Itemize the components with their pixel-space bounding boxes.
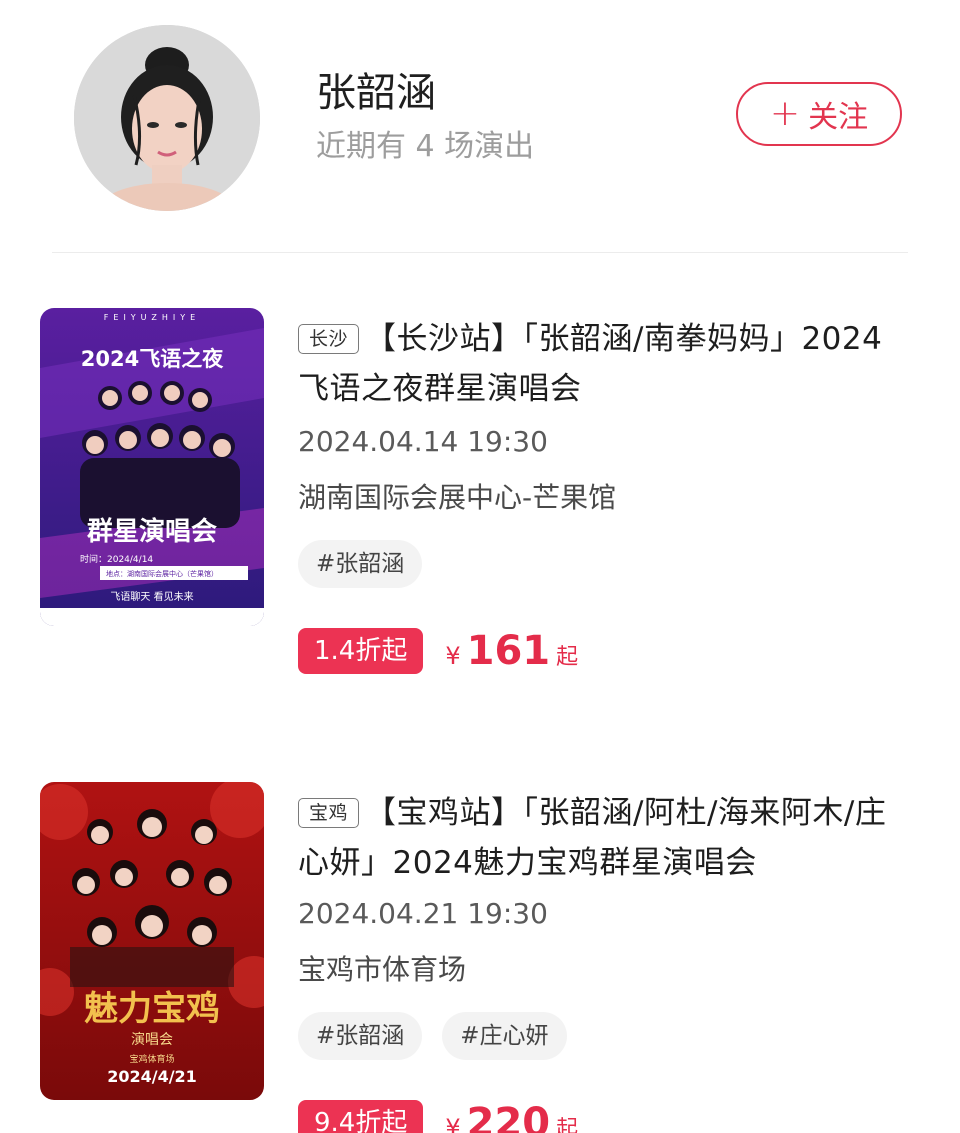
artist-name: 张韶涵: [316, 70, 436, 116]
show-title[interactable]: 长沙 【长沙站】「张韶涵/南拳妈妈」2024飞语之夜群星演唱会: [298, 314, 908, 414]
upcoming-show-count: 近期有 4 场演出: [316, 129, 535, 164]
artist-shows-page: 张韶涵 近期有 4 场演出 + 关注 FEIYUZHIYE 2024飞语之夜 群…: [0, 0, 960, 1133]
hashtag[interactable]: #张韶涵: [298, 540, 423, 588]
price: ¥ 220 起: [445, 1100, 578, 1133]
price-row: 1.4折起 ¥ 161 起: [298, 628, 578, 674]
currency-symbol: ¥: [445, 1114, 461, 1133]
follow-label: 关注: [808, 100, 869, 135]
tag-row: #张韶涵 #庄心妍: [298, 1012, 567, 1060]
poster-header-text: FEIYUZHIYE: [104, 313, 200, 322]
show-datetime: 2024.04.14 19:30: [298, 425, 548, 458]
show-poster[interactable]: FEIYUZHIYE 2024飞语之夜 群星演唱会 时间：2024/4/14 地…: [40, 308, 264, 626]
show-venue: 湖南国际会展中心-芒果馆: [298, 481, 617, 514]
price-amount: 161: [466, 628, 551, 674]
poster-sub-title: 演唱会: [131, 1032, 173, 1048]
price-suffix: 起: [556, 1117, 579, 1133]
tag-row: #张韶涵: [298, 540, 423, 588]
price-suffix: 起: [556, 645, 579, 670]
hashtag[interactable]: #庄心妍: [442, 1012, 567, 1060]
show-datetime: 2024.04.21 19:30: [298, 897, 548, 930]
currency-symbol: ¥: [445, 642, 461, 670]
poster-venue: 宝鸡体育场: [129, 1053, 174, 1065]
show-venue: 宝鸡市体育场: [298, 953, 467, 986]
artist-header: 张韶涵 近期有 4 场演出 + 关注: [0, 0, 960, 254]
city-tag: 长沙: [298, 324, 360, 354]
poster-main-title: 群星演唱会: [86, 516, 217, 547]
price-amount: 220: [466, 1100, 551, 1133]
discount-badge: 1.4折起: [298, 628, 424, 674]
poster-year-title: 2024飞语之夜: [81, 347, 224, 371]
show-poster[interactable]: 魅力宝鸡 演唱会 宝鸡体育场 2024/4/21: [40, 782, 264, 1100]
price: ¥ 161 起: [445, 628, 578, 674]
poster-date: 2024/4/21: [107, 1067, 197, 1086]
poster-place: 地点：湖南国际会展中心（芒果馆）: [106, 569, 218, 578]
divider: [52, 252, 908, 253]
plus-icon: +: [769, 93, 801, 134]
show-card[interactable]: FEIYUZHIYE 2024飞语之夜 群星演唱会 时间：2024/4/14 地…: [0, 308, 960, 688]
price-row: 9.4折起 ¥ 220 起: [298, 1100, 578, 1133]
poster-slogan: 飞语聊天 看见未来: [110, 590, 193, 603]
hashtag[interactable]: #张韶涵: [298, 1012, 423, 1060]
poster-main-title: 魅力宝鸡: [84, 989, 220, 1029]
show-title[interactable]: 宝鸡 【宝鸡站】「张韶涵/阿杜/海来阿木/庄心妍」2024魅力宝鸡群星演唱会: [298, 788, 908, 888]
show-title-text: 【宝鸡站】「张韶涵/阿杜/海来阿木/庄心妍」2024魅力宝鸡群星演唱会: [298, 795, 887, 881]
city-tag: 宝鸡: [298, 798, 360, 828]
show-title-text: 【长沙站】「张韶涵/南拳妈妈」2024飞语之夜群星演唱会: [298, 321, 883, 407]
show-card[interactable]: 魅力宝鸡 演唱会 宝鸡体育场 2024/4/21 宝鸡 【宝鸡站】「张韶涵/阿杜/…: [0, 782, 960, 1133]
poster-time: 时间：2024/4/14: [80, 553, 153, 565]
avatar[interactable]: [74, 25, 260, 211]
follow-button[interactable]: + 关注: [736, 82, 902, 146]
discount-badge: 9.4折起: [298, 1100, 424, 1133]
